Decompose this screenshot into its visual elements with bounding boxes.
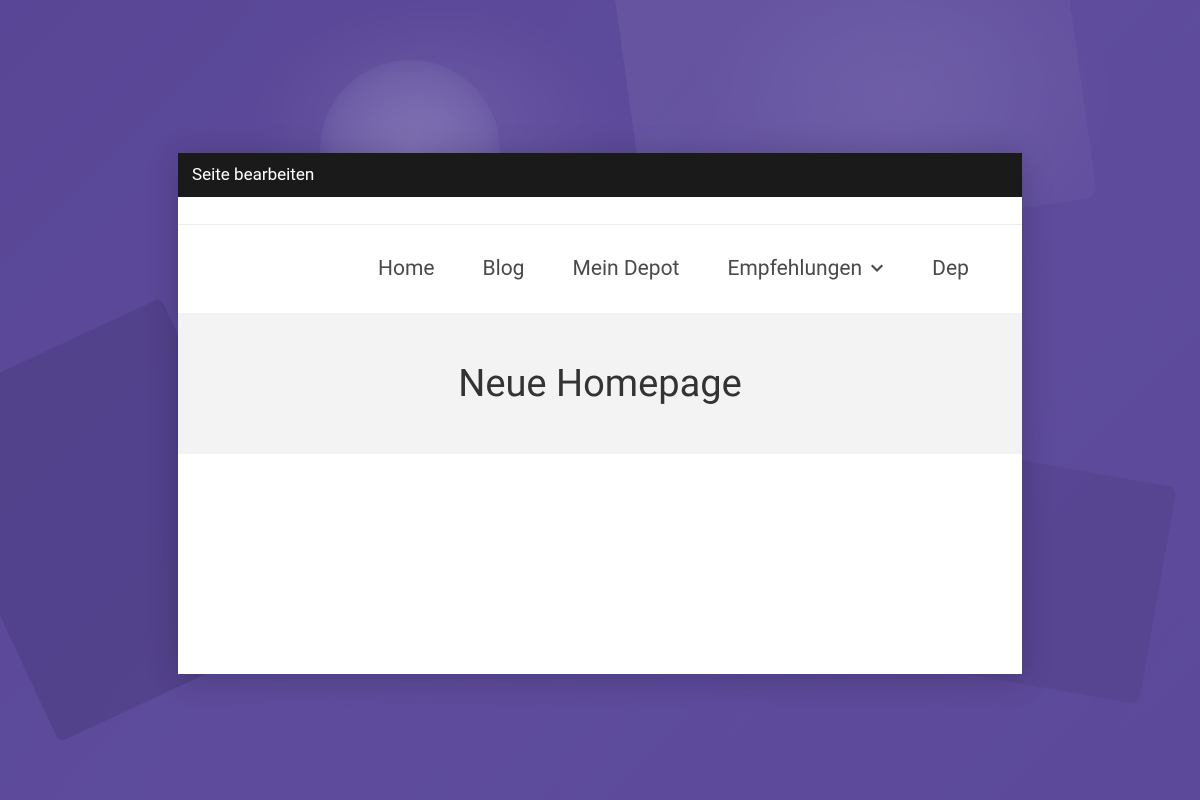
page-title: Neue Homepage [198,362,1002,406]
nav-label: Empfehlungen [727,257,862,281]
admin-bar-label[interactable]: Seite bearbeiten [192,165,314,185]
nav-label: Blog [483,257,525,281]
admin-bar[interactable]: Seite bearbeiten [178,153,1022,197]
nav-label: Home [378,257,435,281]
nav-label: Dep [932,257,969,281]
page-header: Neue Homepage [178,314,1022,454]
nav-item-blog[interactable]: Blog [483,257,525,281]
nav-item-empfehlungen[interactable]: Empfehlungen [727,257,884,281]
browser-window: Seite bearbeiten Home Blog Mein Depot Em… [178,153,1022,674]
chevron-down-icon [870,262,884,276]
nav-item-home[interactable]: Home [378,257,435,281]
nav-item-mein-depot[interactable]: Mein Depot [572,257,679,281]
content-area [178,454,1022,634]
nav-label: Mein Depot [572,257,679,281]
main-navigation: Home Blog Mein Depot Empfehlungen Dep [178,225,1022,314]
top-strip [178,197,1022,225]
nav-item-dep[interactable]: Dep [932,257,969,281]
